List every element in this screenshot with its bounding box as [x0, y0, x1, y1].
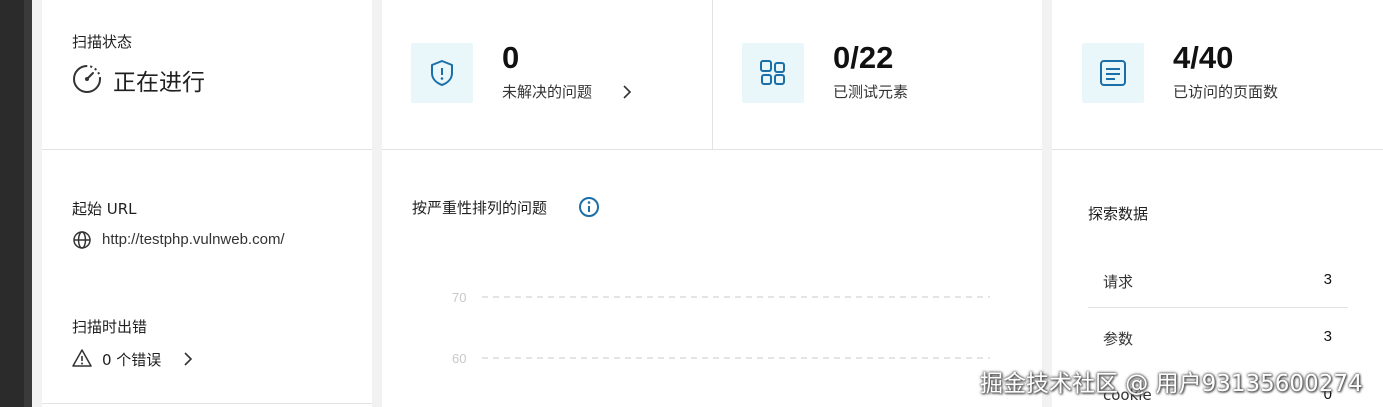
tested-elements-label: 已测试元素 [833, 83, 909, 101]
metric-icon-box [742, 43, 804, 103]
stat-label: 参数 [1103, 330, 1134, 348]
globe-icon [73, 231, 91, 249]
stat-value: 3 [1323, 328, 1332, 345]
page-list-icon [1100, 60, 1126, 86]
watermark: 掘金技术社区 @ 用户93135600274 [980, 371, 1363, 397]
progress-gauge-icon [73, 65, 101, 93]
shield-icon [431, 60, 453, 86]
severity-chart-title: 按严重性排列的问题 [412, 199, 548, 217]
scan-errors-title: 扫描时出错 [72, 318, 148, 336]
exploration-title: 探索数据 [1088, 205, 1149, 223]
y-tick-label: 70 [452, 290, 466, 305]
chevron-right-icon[interactable] [621, 84, 633, 100]
metric-icon-box [411, 43, 473, 103]
info-icon[interactable] [578, 196, 600, 218]
stat-label: 请求 [1103, 273, 1134, 291]
elements-grid-icon [760, 60, 785, 85]
pages-visited-label: 已访问的页面数 [1173, 83, 1279, 101]
tested-elements-count: 0/22 [833, 40, 894, 75]
divider [1052, 149, 1383, 150]
divider [42, 403, 372, 404]
warning-icon [72, 349, 92, 367]
severity-chart: 70 60 [452, 290, 990, 366]
metric-icon-box [1082, 43, 1144, 103]
scan-errors-link[interactable]: 0 个错误 [102, 349, 161, 370]
y-tick-label: 60 [452, 351, 466, 366]
start-url-title: 起始 URL [72, 200, 137, 218]
unresolved-issues-count: 0 [502, 40, 520, 75]
divider [42, 149, 372, 150]
scan-status-value: 正在进行 [113, 70, 205, 96]
stat-value: 3 [1323, 271, 1332, 288]
divider [1088, 307, 1348, 308]
stat-row-requests: 请求 3 [1088, 271, 1348, 327]
divider [712, 0, 713, 149]
scan-status-title: 扫描状态 [72, 33, 133, 51]
left-sidebar-strip [0, 0, 32, 407]
chevron-right-icon[interactable] [182, 351, 194, 367]
sidebar-edge [24, 0, 32, 407]
divider [382, 149, 1042, 150]
unresolved-issues-link[interactable]: 未解决的问题 [502, 81, 592, 102]
start-url-value: http://testphp.vulnweb.com/ [102, 231, 285, 248]
pages-visited-count: 4/40 [1173, 40, 1234, 75]
